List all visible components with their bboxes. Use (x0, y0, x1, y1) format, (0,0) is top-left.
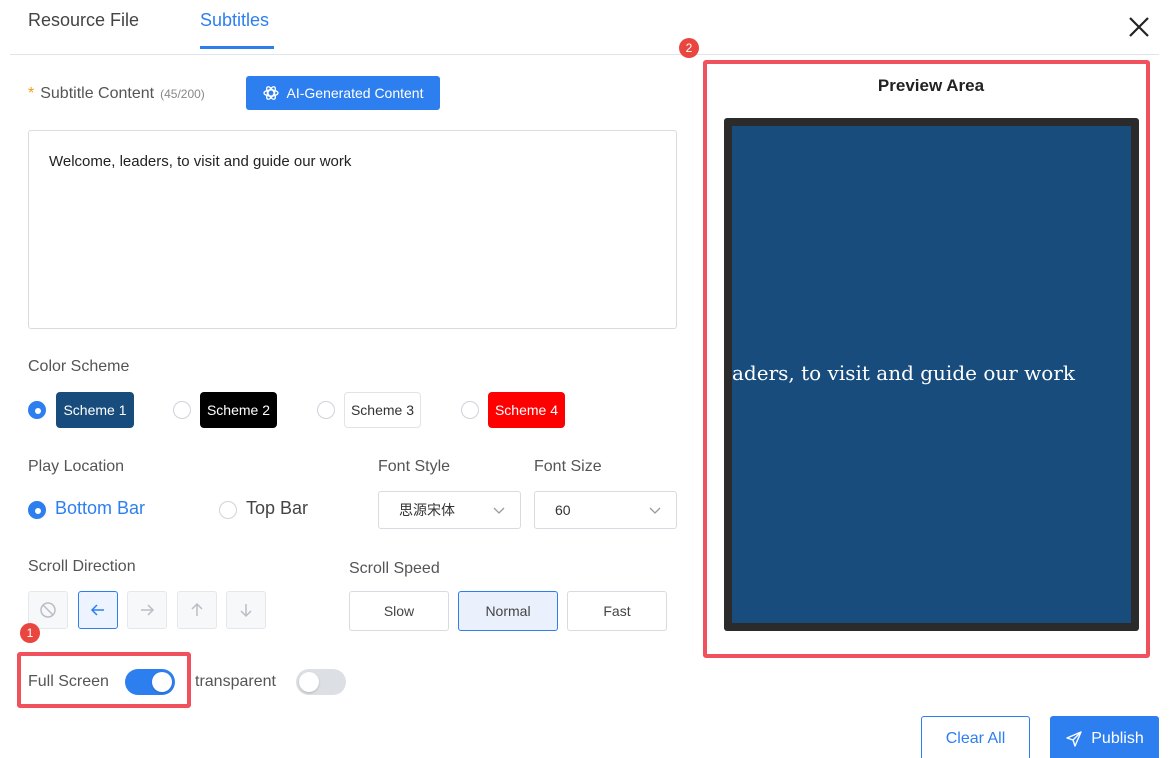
annotation-badge-2: 2 (679, 38, 699, 58)
scheme-4-chip[interactable]: Scheme 4 (488, 392, 565, 428)
preview-area-title: Preview Area (877, 76, 985, 95)
direction-up-button[interactable] (177, 591, 217, 629)
send-icon (1066, 731, 1082, 747)
scheme-1-radio[interactable] (28, 401, 46, 419)
arrow-down-icon (240, 604, 252, 618)
scroll-speed-label: Scroll Speed (349, 560, 440, 577)
scheme-3-radio[interactable] (317, 401, 335, 419)
scheme-1-chip[interactable]: Scheme 1 (56, 392, 134, 428)
scheme-2-chip[interactable]: Scheme 2 (200, 392, 277, 428)
active-tab-indicator (200, 46, 274, 49)
direction-left-button[interactable] (78, 591, 118, 629)
font-style-value: 思源宋体 (399, 502, 455, 518)
atom-icon (262, 86, 279, 100)
required-mark: * (28, 85, 35, 102)
subtitle-content-textarea[interactable]: Welcome, leaders, to visit and guide our… (28, 130, 677, 329)
ai-generated-content-button[interactable]: AI-Generated Content (246, 76, 440, 110)
preview-screen: aders, to visit and guide our work (732, 126, 1131, 623)
font-size-label: Font Size (534, 458, 602, 475)
subtitle-content-label: Subtitle Content (40, 85, 155, 102)
toggle-knob (299, 672, 319, 692)
font-style-select[interactable]: 思源宋体 (378, 491, 521, 529)
direction-right-button[interactable] (127, 591, 167, 629)
full-screen-label: Full Screen (28, 673, 109, 690)
publish-label: Publish (1091, 730, 1144, 747)
annotation-badge-1: 1 (20, 623, 40, 643)
toggle-knob (152, 672, 172, 692)
transparent-toggle[interactable] (296, 669, 346, 695)
transparent-label: transparent (195, 673, 276, 690)
tabs-divider (10, 54, 1159, 55)
preview-frame: aders, to visit and guide our work (724, 118, 1139, 631)
font-style-label: Font Style (378, 458, 451, 475)
ai-button-label: AI-Generated Content (286, 85, 424, 101)
play-location-label: Play Location (28, 458, 125, 475)
color-scheme-label: Color Scheme (28, 358, 130, 375)
scheme-4-radio[interactable] (461, 401, 479, 419)
chevron-down-icon (649, 507, 661, 514)
chevron-down-icon (493, 507, 505, 514)
speed-normal-button[interactable]: Normal (458, 591, 558, 631)
speed-fast-button[interactable]: Fast (567, 591, 667, 631)
bottom-bar-radio[interactable] (28, 501, 46, 519)
full-screen-toggle[interactable] (125, 669, 175, 695)
tab-subtitles[interactable]: Subtitles (200, 10, 269, 31)
speed-slow-button[interactable]: Slow (349, 591, 449, 631)
clear-all-button[interactable]: Clear All (921, 716, 1030, 758)
preview-subtitle-text: aders, to visit and guide our work (732, 361, 1076, 385)
arrow-left-icon (90, 604, 104, 616)
scroll-direction-label: Scroll Direction (28, 558, 136, 575)
scheme-2-radio[interactable] (173, 401, 191, 419)
subtitle-content-heading: * Subtitle Content (45/200) (28, 85, 205, 103)
tab-resource-file[interactable]: Resource File (28, 10, 139, 31)
character-count: (45/200) (160, 87, 205, 101)
font-size-value: 60 (555, 502, 571, 518)
publish-button[interactable]: Publish (1050, 716, 1159, 758)
no-scroll-icon (40, 602, 56, 618)
font-size-select[interactable]: 60 (534, 491, 677, 529)
arrow-up-icon (191, 602, 203, 616)
top-bar-label[interactable]: Top Bar (246, 498, 308, 519)
direction-down-button[interactable] (226, 591, 266, 629)
top-bar-radio[interactable] (219, 501, 237, 519)
bottom-bar-label[interactable]: Bottom Bar (55, 498, 145, 519)
arrow-right-icon (141, 604, 155, 616)
close-icon[interactable] (1124, 12, 1154, 42)
scheme-3-chip[interactable]: Scheme 3 (344, 392, 421, 428)
